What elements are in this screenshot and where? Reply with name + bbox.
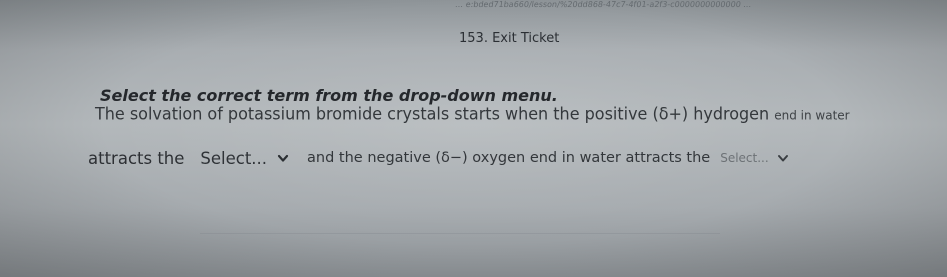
- dropdown-label: Select...: [720, 151, 769, 165]
- sentence-text: and the negative (δ−) oxygen end in wate…: [307, 150, 711, 166]
- chevron-down-icon: [777, 152, 789, 164]
- sentence-text-tail: end in water: [774, 107, 850, 123]
- sentence-text: The solvation of potassium bromide cryst…: [95, 103, 770, 124]
- sentence-text: attracts the: [88, 148, 185, 168]
- dropdown-label: Select...: [200, 148, 268, 168]
- term-dropdown-1[interactable]: Select...: [186, 146, 295, 170]
- term-dropdown-2[interactable]: Select...: [710, 146, 794, 170]
- page-title: 153. Exit Ticket: [459, 31, 560, 46]
- question-sentence-line-1: The solvation of potassium bromide cryst…: [95, 104, 850, 124]
- question-sentence-line-2: attracts the Select... and the negative …: [88, 146, 807, 170]
- chevron-down-icon: [277, 152, 289, 164]
- question-instruction: Select the correct term from the drop-do…: [100, 86, 558, 105]
- address-bar[interactable]: … e:bded71ba660/lesson/%20dd868-47c7-4f0…: [454, 0, 926, 12]
- divider: [200, 233, 720, 234]
